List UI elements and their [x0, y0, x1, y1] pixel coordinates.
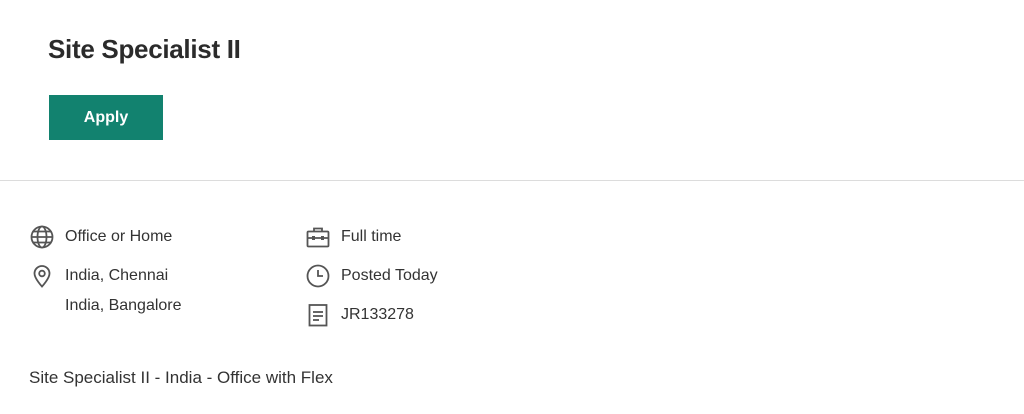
job-title: Site Specialist II	[48, 34, 241, 64]
location-list: India, Chennai India, Bangalore	[65, 261, 182, 321]
employment-type-text: Full time	[341, 228, 402, 245]
location-item: India, Bangalore	[65, 297, 182, 314]
location-item: India, Chennai	[65, 267, 169, 284]
job-id-row: JR133278	[305, 302, 414, 330]
globe-icon	[29, 224, 55, 250]
briefcase-icon	[305, 224, 331, 250]
location-pin-icon	[29, 263, 55, 289]
job-header: Site Specialist II Apply	[0, 0, 1024, 181]
work-mode-row: Office or Home	[29, 224, 172, 252]
document-icon	[305, 302, 331, 328]
clock-icon	[305, 263, 331, 289]
location-row: India, Chennai India, Bangalore	[29, 263, 182, 321]
posted-row: Posted Today	[305, 263, 438, 291]
apply-button[interactable]: Apply	[49, 95, 163, 140]
posted-text: Posted Today	[341, 267, 438, 284]
employment-type-row: Full time	[305, 224, 401, 252]
job-id-text: JR133278	[341, 306, 414, 323]
job-subtitle: Site Specialist II - India - Office with…	[29, 368, 333, 387]
work-mode-text: Office or Home	[65, 228, 173, 245]
